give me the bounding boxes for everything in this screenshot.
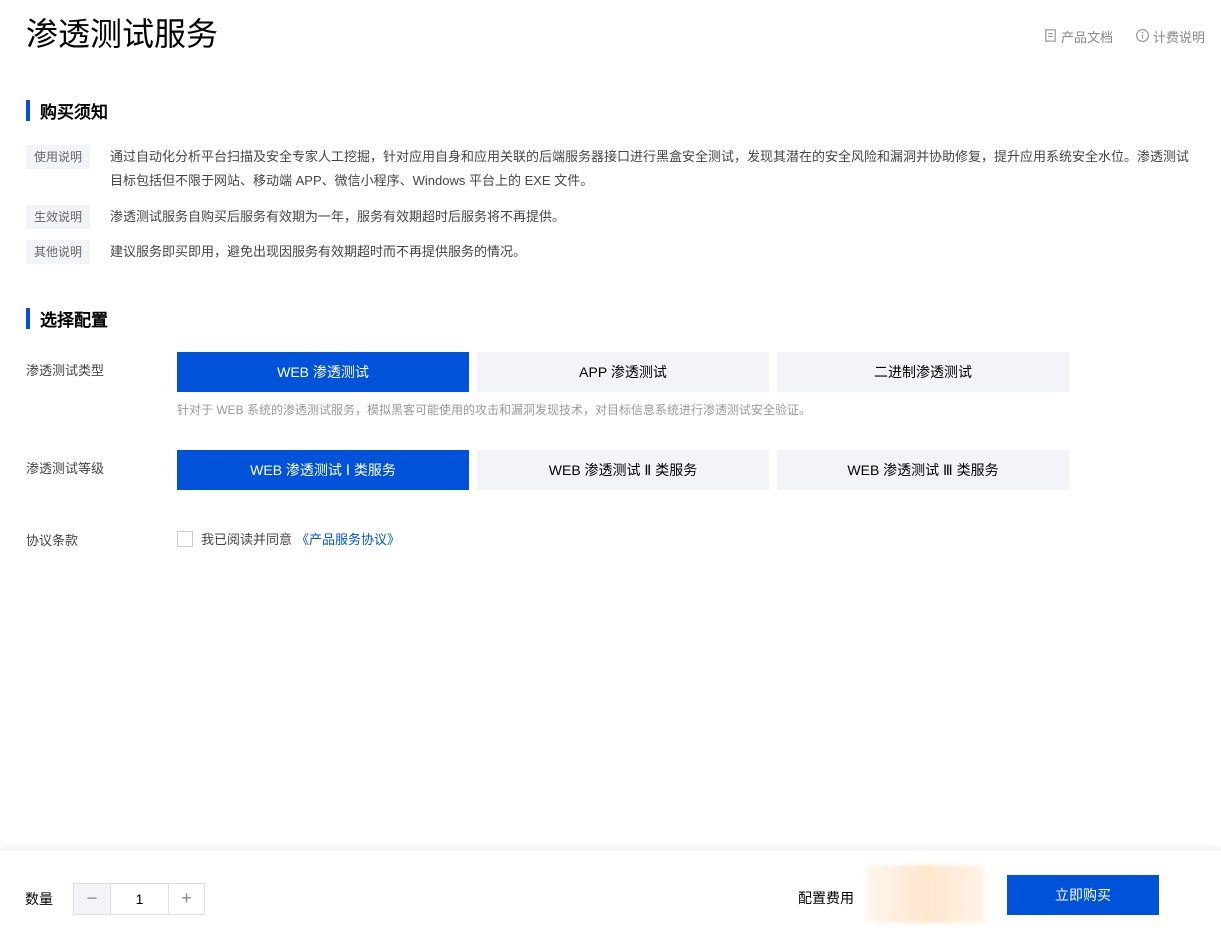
test-level-label: 渗透测试等级 xyxy=(26,461,105,476)
test-type-option-web[interactable]: WEB 渗透测试 xyxy=(177,352,469,392)
info-icon xyxy=(1135,28,1150,46)
buy-now-button[interactable]: 立即购买 xyxy=(1007,875,1159,915)
price-redacted xyxy=(866,865,984,923)
test-type-label: 渗透测试类型 xyxy=(26,363,105,378)
test-level-option-3[interactable]: WEB 渗透测试 Ⅲ 类服务 xyxy=(777,450,1069,490)
quantity-label: 数量 xyxy=(25,891,53,907)
heading-accent-bar xyxy=(26,99,30,121)
notice-text: 建议服务即买即用，避免出现因服务有效期超时而不再提供服务的情况。 xyxy=(110,244,527,259)
test-level-option-1[interactable]: WEB 渗透测试 Ⅰ 类服务 xyxy=(177,450,469,490)
agreement-text: 我已阅读并同意 xyxy=(201,532,293,547)
test-type-option-binary[interactable]: 二进制渗透测试 xyxy=(777,352,1069,392)
service-agreement-link[interactable]: 《产品服务协议》 xyxy=(296,529,400,548)
config-heading-text: 选择配置 xyxy=(40,310,108,330)
billing-info-label: 计费说明 xyxy=(1152,30,1205,45)
agreement-checkbox[interactable] xyxy=(177,530,193,547)
notice-heading: 购买须知 xyxy=(26,99,108,122)
product-docs-link[interactable]: 产品文档 xyxy=(1043,27,1113,46)
test-type-option-app[interactable]: APP 渗透测试 xyxy=(477,352,769,392)
product-docs-label: 产品文档 xyxy=(1060,30,1113,45)
notice-heading-text: 购买须知 xyxy=(40,102,108,122)
page-title: 渗透测试服务 xyxy=(26,16,219,52)
config-fee-label: 配置费用 xyxy=(798,890,854,906)
notice-text: 渗透测试服务自购买后服务有效期为一年，服务有效期超时后服务将不再提供。 xyxy=(110,209,566,224)
notice-row-usage: 使用说明 通过自动化分析平台扫描及安全专家人工挖掘，针对应用自身和应用关联的后端… xyxy=(26,145,1200,193)
notice-row-effective: 生效说明 渗透测试服务自购买后服务有效期为一年，服务有效期超时后服务将不再提供。 xyxy=(26,205,1200,229)
top-links: 产品文档 计费说明 xyxy=(1043,27,1205,46)
notice-tag: 使用说明 xyxy=(26,145,90,169)
config-heading: 选择配置 xyxy=(26,307,108,330)
test-level-option-2[interactable]: WEB 渗透测试 Ⅱ 类服务 xyxy=(477,450,769,490)
test-level-options: WEB 渗透测试 Ⅰ 类服务 WEB 渗透测试 Ⅱ 类服务 WEB 渗透测试 Ⅲ… xyxy=(177,450,1069,490)
billing-info-link[interactable]: 计费说明 xyxy=(1135,27,1205,46)
agreement-row: 我已阅读并同意 《产品服务协议》 xyxy=(177,529,400,548)
quantity-increment-button[interactable]: + xyxy=(168,884,204,914)
heading-accent-bar xyxy=(26,307,30,329)
quantity-stepper: − + xyxy=(73,883,205,915)
test-type-options: WEB 渗透测试 APP 渗透测试 二进制渗透测试 xyxy=(177,352,1069,392)
quantity-input[interactable] xyxy=(110,884,168,914)
notice-tag: 生效说明 xyxy=(26,205,90,229)
notice-row-other: 其他说明 建议服务即买即用，避免出现因服务有效期超时而不再提供服务的情况。 xyxy=(26,240,1200,264)
agreement-label: 协议条款 xyxy=(26,533,79,548)
notice-tag: 其他说明 xyxy=(26,240,90,264)
document-icon xyxy=(1043,28,1058,46)
purchase-footer: 数量 − + 配置费用 立即购买 xyxy=(0,849,1221,928)
quantity-decrement-button[interactable]: − xyxy=(74,884,110,914)
notice-text: 通过自动化分析平台扫描及安全专家人工挖掘，针对应用自身和应用关联的后端服务器接口… xyxy=(110,149,1190,188)
test-type-hint: 针对于 WEB 系统的渗透测试服务，模拟黑客可能使用的攻击和漏洞发现技术，对目标… xyxy=(177,403,812,417)
